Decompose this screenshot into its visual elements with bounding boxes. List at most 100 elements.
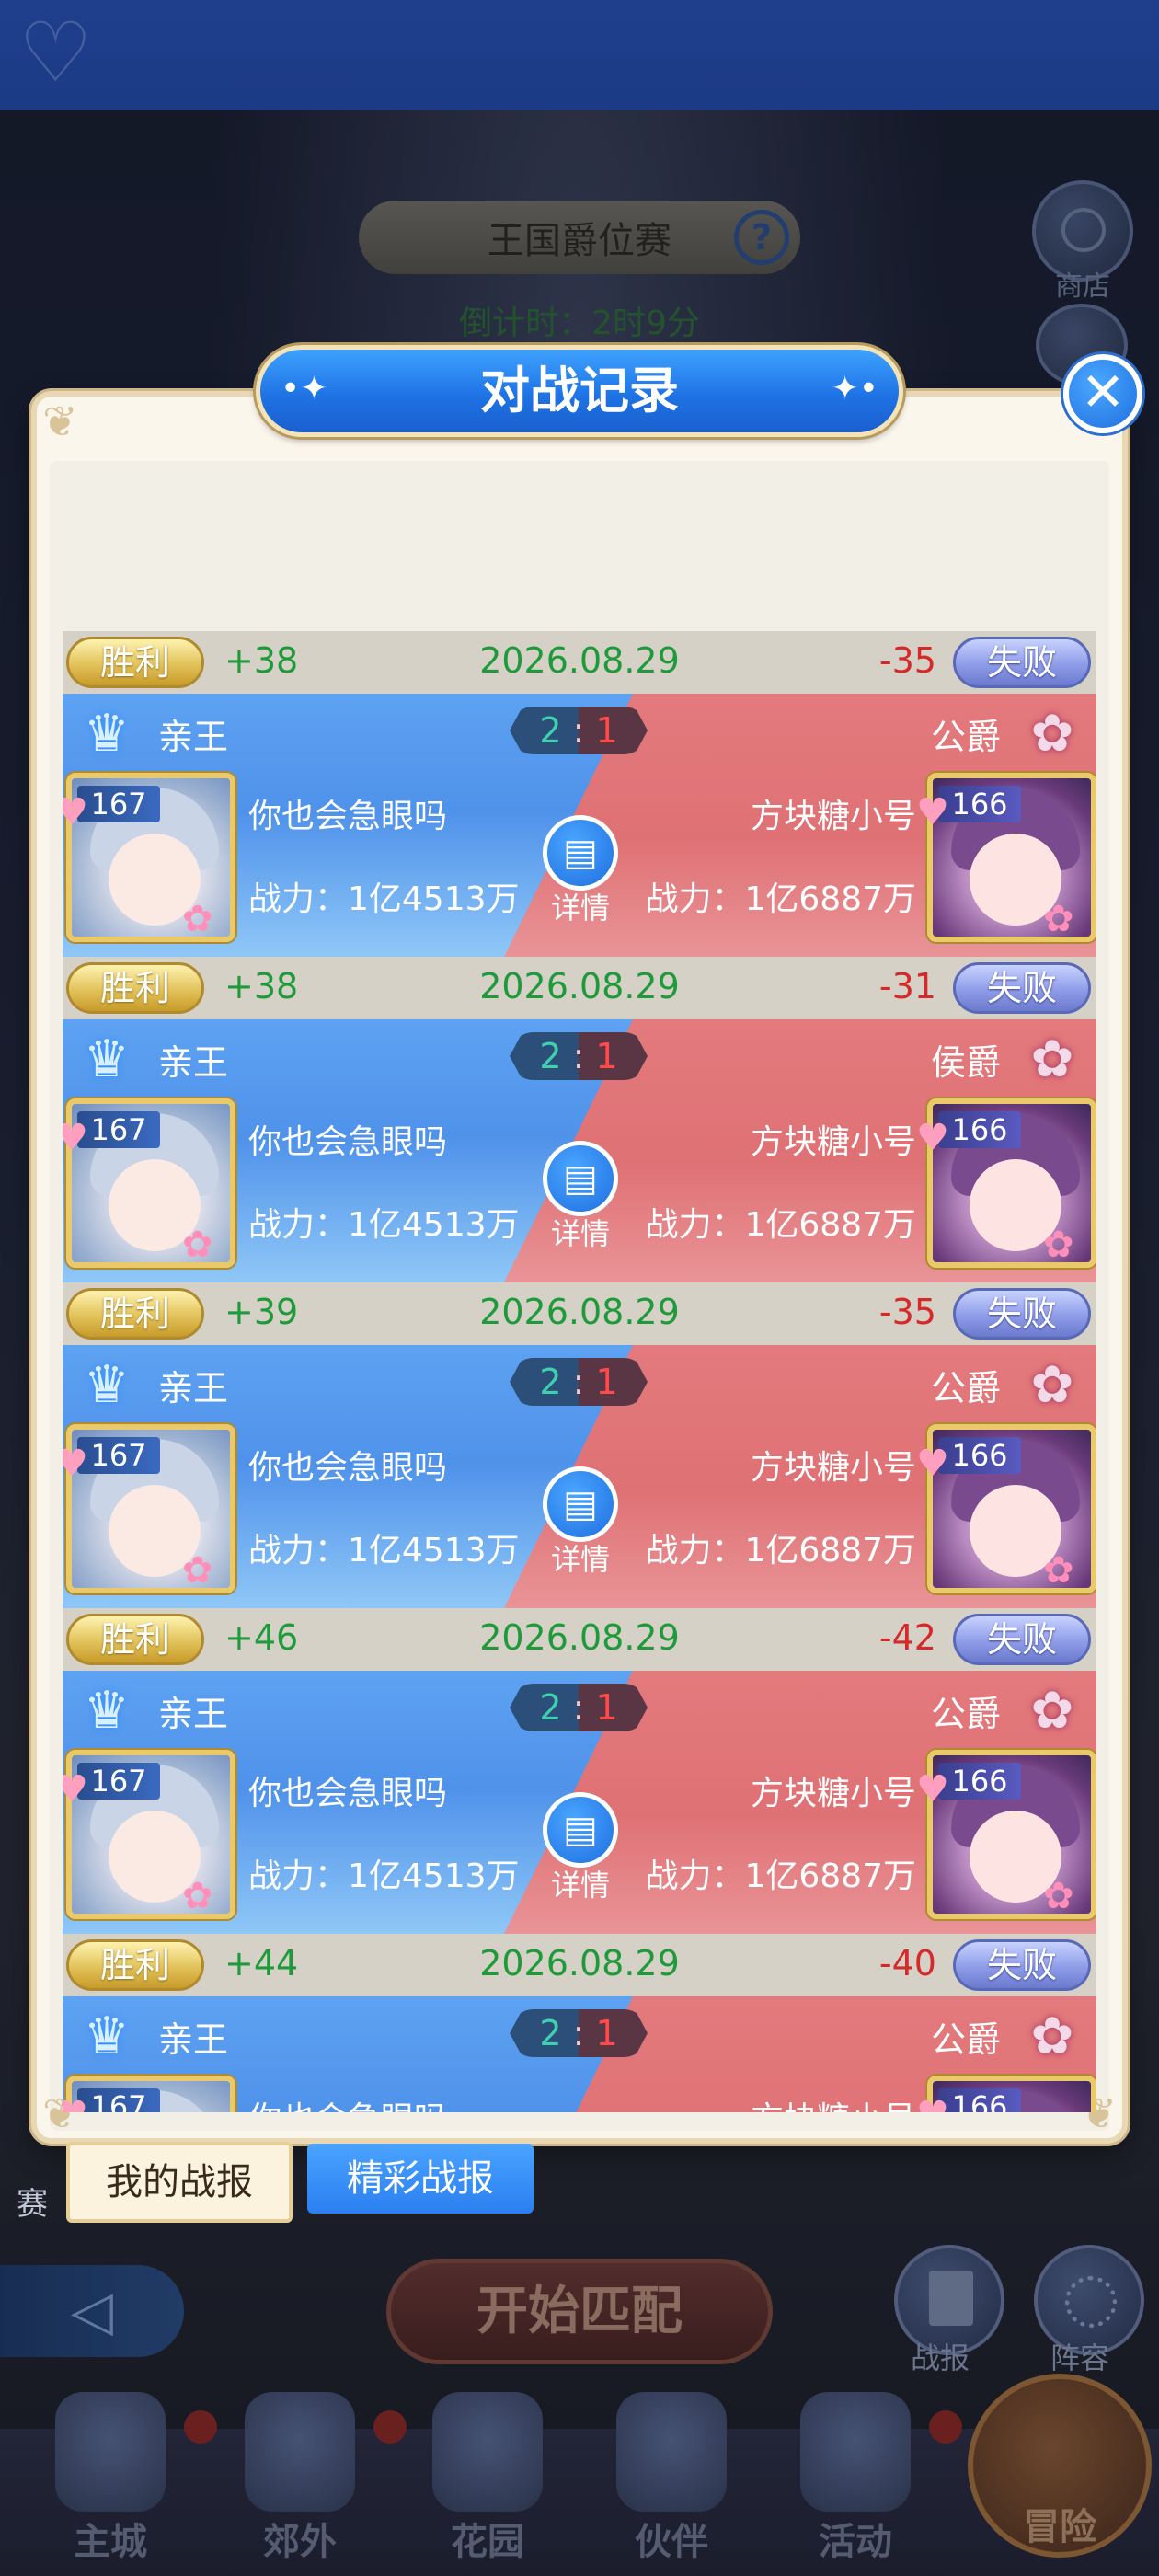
flower-icon: ✿ bbox=[1043, 1875, 1074, 1917]
loss-points: -35 bbox=[878, 640, 936, 681]
result-bar: 胜利 +46 2026.08.29 -42 失败 bbox=[63, 1608, 1096, 1671]
corner-ornament-icon: ❦ bbox=[42, 397, 78, 446]
right-player-name: 方块糖小号 bbox=[750, 798, 916, 835]
score: 2 : 1 bbox=[510, 1032, 648, 1080]
left-level: 167 bbox=[77, 1763, 160, 1800]
right-player-avatar[interactable]: 166 ♥ ✿ bbox=[916, 1750, 1096, 1919]
right-player-avatar[interactable]: 166 ♥ ✿ bbox=[916, 773, 1096, 942]
flower-icon: ✿ bbox=[182, 1549, 213, 1592]
score-left: 2 bbox=[539, 2013, 562, 2053]
right-player-power: 战力：1亿6887万 bbox=[645, 1532, 916, 1570]
crown-emblem-icon: ♛ bbox=[83, 704, 131, 764]
score-separator: : bbox=[572, 710, 585, 751]
match-date: 2026.08.29 bbox=[479, 640, 680, 681]
detail-label: 详情 bbox=[550, 1868, 610, 1903]
left-player-power: 战力：1亿4513万 bbox=[248, 1857, 520, 1895]
right-player-avatar[interactable]: 166 ♥ ✿ bbox=[916, 2076, 1096, 2112]
match-card: ♛ 亲王 2 : 1 公爵 ✿ 167 ♥ ✿ 你也会急眼吗 战力：1亿4513… bbox=[63, 1996, 1096, 2112]
detail-label: 详情 bbox=[550, 891, 610, 926]
list-item: 胜利 +44 2026.08.29 -40 失败 ♛ 亲王 2 : 1 公爵 ✿ bbox=[63, 1934, 1096, 2112]
detail-button[interactable]: ▤ bbox=[543, 815, 618, 891]
left-player-avatar[interactable]: 167 ♥ ✿ bbox=[63, 1424, 235, 1593]
battle-record-list[interactable]: 胜利 +38 2026.08.29 -35 失败 ♛ 亲王 2 : 1 公爵 ✿ bbox=[63, 631, 1096, 2112]
score-left: 2 bbox=[539, 1362, 562, 1402]
rose-emblem-icon: ✿ bbox=[1030, 2007, 1074, 2066]
result-bar: 胜利 +38 2026.08.29 -35 失败 bbox=[63, 631, 1096, 694]
left-player-name: 你也会急眼吗 bbox=[248, 1775, 448, 1812]
result-bar: 胜利 +38 2026.08.29 -31 失败 bbox=[63, 957, 1096, 1019]
heart-icon: ♥ bbox=[63, 1443, 88, 1485]
detail-button[interactable]: ▤ bbox=[543, 1466, 618, 1542]
flower-icon: ✿ bbox=[1043, 898, 1074, 940]
left-rank: 亲王 bbox=[158, 1368, 229, 1409]
score: 2 : 1 bbox=[510, 707, 648, 754]
match-card: ♛ 亲王 2 : 1 侯爵 ✿ 167 ♥ ✿ 你也会急眼吗 战力：1亿4513… bbox=[63, 1019, 1096, 1282]
left-player-power: 战力：1亿4513万 bbox=[248, 880, 520, 918]
result-bar: 胜利 +39 2026.08.29 -35 失败 bbox=[63, 1282, 1096, 1345]
detail-button[interactable]: ▤ bbox=[543, 1141, 618, 1216]
left-rank: 亲王 bbox=[158, 1694, 229, 1734]
crown-emblem-icon: ♛ bbox=[83, 1681, 131, 1741]
loss-points: -31 bbox=[878, 966, 936, 1006]
right-player-avatar[interactable]: 166 ♥ ✿ bbox=[916, 1098, 1096, 1268]
rose-emblem-icon: ✿ bbox=[1030, 704, 1074, 764]
match-date: 2026.08.29 bbox=[479, 1292, 680, 1332]
heart-icon: ♥ bbox=[916, 2094, 949, 2112]
loss-points: -35 bbox=[878, 1292, 936, 1332]
right-player-avatar[interactable]: 166 ♥ ✿ bbox=[916, 1424, 1096, 1593]
score: 2 : 1 bbox=[510, 1358, 648, 1406]
left-player-avatar[interactable]: 167 ♥ ✿ bbox=[63, 1098, 235, 1268]
score-separator: : bbox=[572, 1687, 585, 1728]
rose-emblem-icon: ✿ bbox=[1030, 1355, 1074, 1415]
heart-icon: ♥ bbox=[916, 791, 949, 834]
loss-badge: 失败 bbox=[953, 962, 1091, 1014]
tab-featured-reports[interactable]: 精彩战报 bbox=[307, 2144, 534, 2214]
document-icon: ▤ bbox=[563, 1483, 598, 1525]
flower-icon: ✿ bbox=[182, 1875, 213, 1917]
right-rank: 公爵 bbox=[930, 717, 1001, 757]
left-player-power: 战力：1亿4513万 bbox=[248, 1206, 520, 1244]
score-separator: : bbox=[572, 2013, 585, 2053]
score-right: 1 bbox=[595, 710, 618, 751]
left-level: 167 bbox=[77, 2088, 160, 2112]
detail-label: 详情 bbox=[550, 1216, 610, 1251]
flower-icon: ✿ bbox=[1043, 1549, 1074, 1592]
score-right: 1 bbox=[595, 1687, 618, 1728]
heart-icon: ♥ bbox=[63, 791, 88, 834]
left-level: 167 bbox=[77, 1111, 160, 1148]
dialog-title: 对战记录 bbox=[480, 362, 679, 420]
right-rank: 侯爵 bbox=[930, 1042, 1001, 1083]
score-left: 2 bbox=[539, 710, 562, 751]
flower-icon: ✿ bbox=[182, 1224, 213, 1266]
score-right: 1 bbox=[595, 1036, 618, 1076]
heart-icon: ♥ bbox=[63, 1117, 88, 1159]
score-left: 2 bbox=[539, 1687, 562, 1728]
left-player-avatar[interactable]: 167 ♥ ✿ bbox=[63, 2076, 235, 2112]
close-icon: ✕ bbox=[1080, 361, 1126, 423]
tab-my-reports[interactable]: 我的战报 bbox=[66, 2142, 293, 2223]
left-player-avatar[interactable]: 167 ♥ ✿ bbox=[63, 1750, 235, 1919]
match-date: 2026.08.29 bbox=[479, 966, 680, 1006]
score: 2 : 1 bbox=[510, 2009, 648, 2057]
list-item: 胜利 +38 2026.08.29 -31 失败 ♛ 亲王 2 : 1 侯爵 ✿ bbox=[63, 957, 1096, 1282]
right-level: 166 bbox=[938, 786, 1021, 822]
partial-label: 赛 bbox=[17, 2186, 48, 2223]
left-player-name: 你也会急眼吗 bbox=[248, 798, 448, 835]
loss-points: -40 bbox=[878, 1943, 936, 1984]
match-date: 2026.08.29 bbox=[479, 1617, 680, 1658]
loss-badge: 失败 bbox=[953, 637, 1091, 688]
score-right: 1 bbox=[595, 2013, 618, 2053]
score-right: 1 bbox=[595, 1362, 618, 1402]
heart-icon: ♥ bbox=[63, 1768, 88, 1811]
right-level: 166 bbox=[938, 2088, 1021, 2112]
left-rank: 亲王 bbox=[158, 717, 229, 757]
match-card: ♛ 亲王 2 : 1 公爵 ✿ 167 ♥ ✿ 你也会急眼吗 战力：1亿4513… bbox=[63, 694, 1096, 957]
left-level: 167 bbox=[77, 1437, 160, 1474]
left-player-avatar[interactable]: 167 ♥ ✿ bbox=[63, 773, 235, 942]
loss-badge: 失败 bbox=[953, 1939, 1091, 1991]
score-separator: : bbox=[572, 1036, 585, 1076]
close-button[interactable]: ✕ bbox=[1063, 354, 1142, 433]
document-icon: ▤ bbox=[563, 832, 598, 874]
detail-button[interactable]: ▤ bbox=[543, 1792, 618, 1868]
score-separator: : bbox=[572, 1362, 585, 1402]
